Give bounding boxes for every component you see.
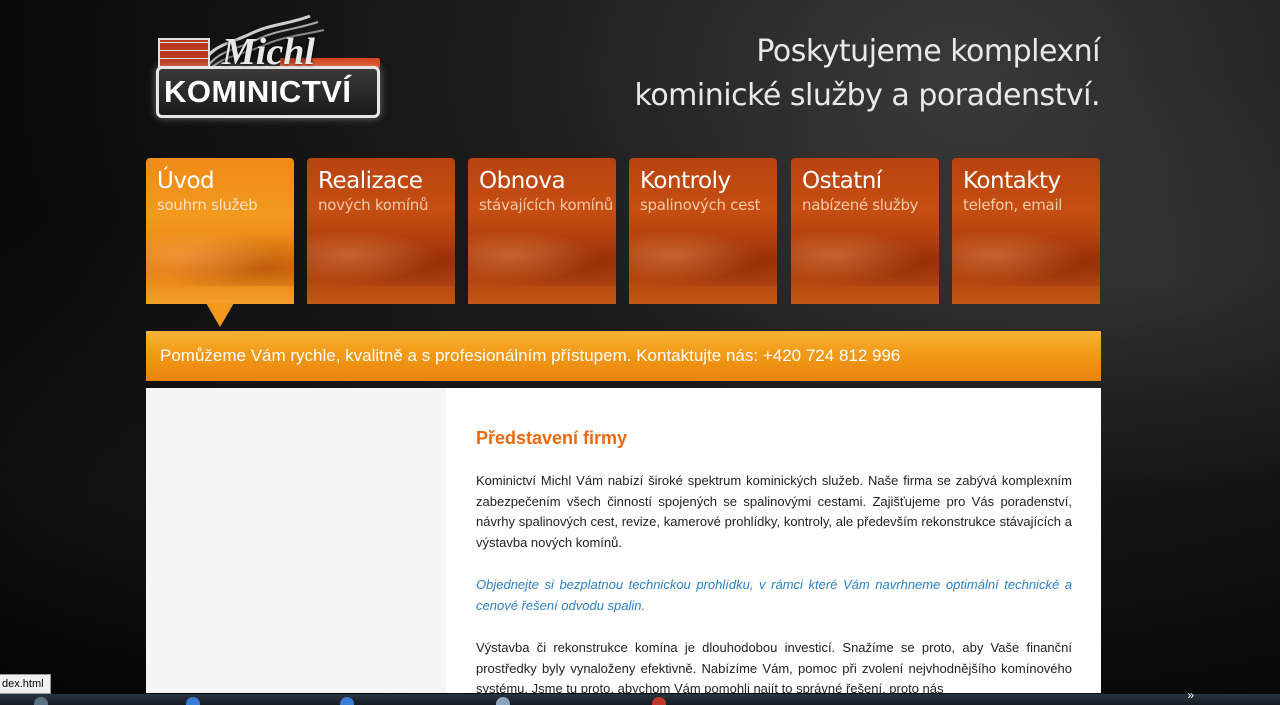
taskbar-overflow-icon[interactable]: » bbox=[1187, 688, 1194, 702]
tab-subtitle: souhrn služeb bbox=[157, 196, 258, 214]
tagline-line-2: kominické služby a poradenství. bbox=[634, 78, 1101, 113]
sidebar bbox=[146, 388, 446, 693]
tab-subtitle: spalinových cest bbox=[640, 196, 761, 214]
site-logo[interactable]: Michl KOMINICTVÍ bbox=[150, 14, 382, 118]
os-taskbar: » bbox=[0, 688, 1280, 705]
logo-script-text: Michl bbox=[222, 31, 315, 73]
taskbar-browser-icon[interactable] bbox=[186, 697, 200, 705]
investment-paragraph: Výstavba či rekonstrukce komína je dlouh… bbox=[476, 640, 1072, 693]
header-tagline: Poskytujeme komplexní kominické služby a… bbox=[540, 30, 1101, 118]
taskbar-browser-icon-2[interactable] bbox=[340, 697, 354, 705]
content-area: Představení firmy Kominictví Michl Vám n… bbox=[146, 388, 1101, 693]
tab-kontroly[interactable]: Kontroly spalinových cest bbox=[629, 158, 777, 304]
tab-title: Obnova bbox=[479, 168, 566, 194]
main-content: Představení firmy Kominictví Michl Vám n… bbox=[476, 388, 1072, 693]
tab-uvod[interactable]: Úvod souhrn služeb bbox=[146, 158, 294, 304]
section-heading: Představení firmy bbox=[476, 428, 628, 448]
tab-obnova[interactable]: Obnova stávajících komínů bbox=[468, 158, 616, 304]
offer-paragraph: Objednejte si bezplatnou technickou proh… bbox=[476, 577, 1072, 613]
logo-brand-text: KOMINICTVÍ bbox=[164, 74, 352, 109]
taskbar-app-icon-2[interactable] bbox=[652, 697, 666, 705]
tab-ostatni[interactable]: Ostatní nabízené služby bbox=[791, 158, 939, 304]
tab-subtitle: nabízené služby bbox=[802, 196, 919, 214]
intro-paragraph: Kominictví Michl Vám nabízí široké spekt… bbox=[476, 473, 1072, 550]
tab-kontakty[interactable]: Kontakty telefon, email bbox=[952, 158, 1100, 304]
tab-title: Ostatní bbox=[802, 168, 882, 194]
taskbar-start-icon[interactable] bbox=[34, 697, 48, 705]
tab-subtitle: nových komínů bbox=[318, 196, 429, 214]
tagline-line-1: Poskytujeme komplexní bbox=[756, 34, 1100, 69]
status-url-tooltip: dex.html bbox=[0, 674, 51, 694]
active-tab-pointer bbox=[206, 303, 234, 327]
tab-realizace[interactable]: Realizace nových komínů bbox=[307, 158, 455, 304]
tab-title: Realizace bbox=[318, 168, 423, 194]
tab-title: Kontakty bbox=[963, 168, 1061, 194]
tab-subtitle: stávajících komínů bbox=[479, 196, 613, 214]
chimney-icon bbox=[158, 38, 210, 68]
contact-banner: Pomůžeme Vám rychle, kvalitně a s profes… bbox=[146, 331, 1101, 381]
tab-title: Kontroly bbox=[640, 168, 731, 194]
main-navigation: Úvod souhrn služeb Realizace nových komí… bbox=[146, 158, 1101, 304]
tab-title: Úvod bbox=[157, 168, 215, 194]
tab-subtitle: telefon, email bbox=[963, 196, 1063, 214]
taskbar-app-icon[interactable] bbox=[496, 697, 510, 705]
